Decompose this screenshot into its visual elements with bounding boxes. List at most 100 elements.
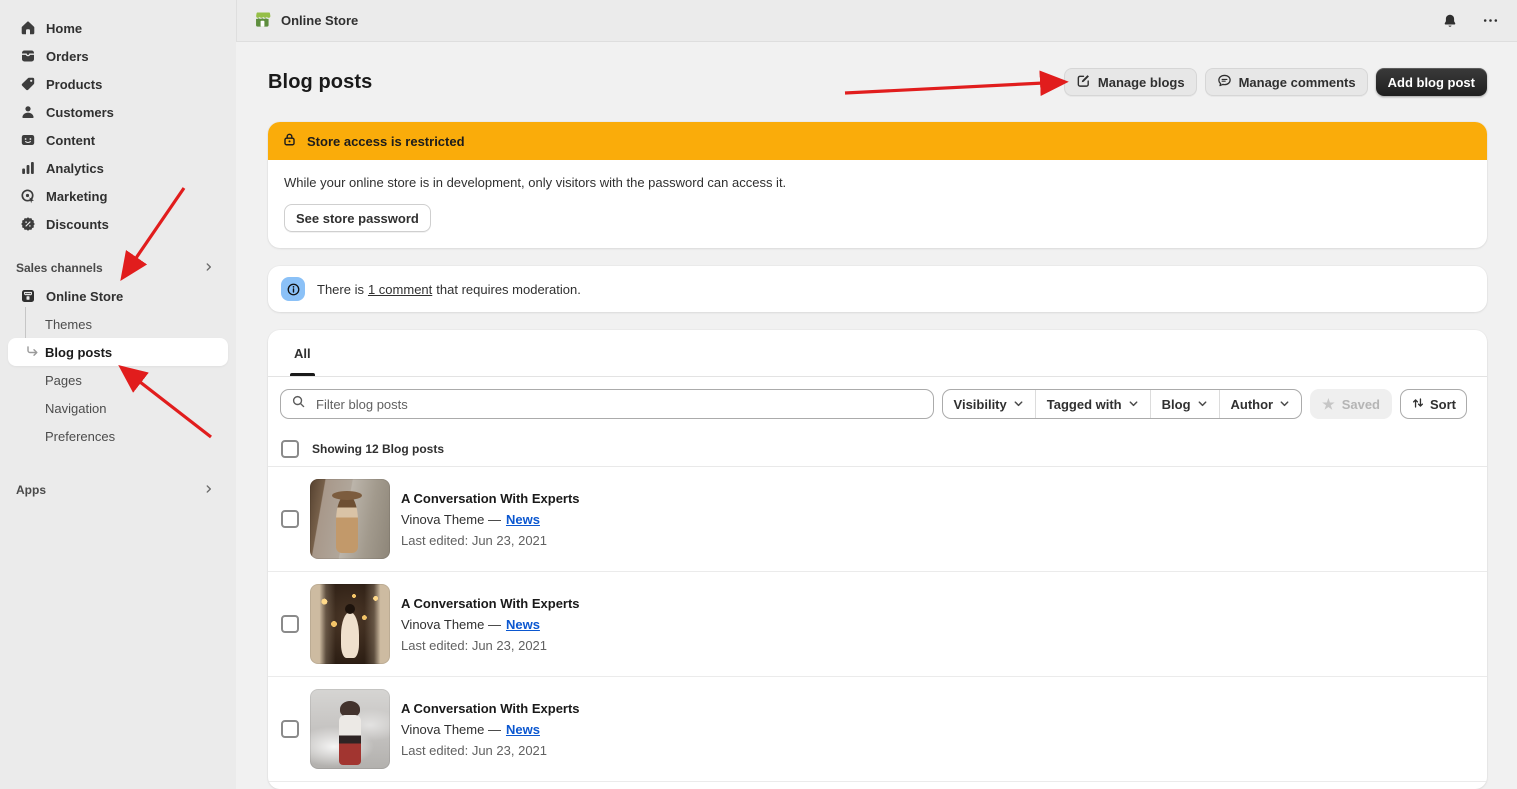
post-details: A Conversation With Experts Vinova Theme… [401, 701, 580, 758]
blog-post-row[interactable]: A Conversation With Experts Vinova Theme… [268, 467, 1487, 572]
sidebar-item-home[interactable]: Home [12, 14, 224, 42]
moderation-banner: There is 1 comment that requires moderat… [268, 266, 1487, 312]
sidebar-item-label: Analytics [46, 161, 104, 176]
add-blog-post-button[interactable]: Add blog post [1376, 68, 1487, 96]
button-label: Manage blogs [1098, 75, 1185, 90]
see-store-password-button[interactable]: See store password [284, 204, 431, 232]
sidebar-item-label: Discounts [46, 217, 109, 232]
filter-label: Author [1231, 397, 1274, 412]
theme-name: Vinova Theme — [401, 722, 501, 737]
blog-link[interactable]: News [506, 617, 540, 632]
blog-filter[interactable]: Blog [1150, 390, 1219, 418]
comment-moderation-link[interactable]: 1 comment [368, 282, 432, 297]
section-label: Sales channels [16, 261, 103, 275]
chevron-down-icon [1128, 397, 1139, 412]
post-byline: Vinova Theme — News [401, 722, 580, 737]
sidebar-item-label: Products [46, 77, 102, 92]
home-icon [20, 20, 36, 36]
sidebar-item-discounts[interactable]: Discounts [12, 210, 224, 238]
filter-label: Visibility [954, 397, 1007, 412]
tagged-with-filter[interactable]: Tagged with [1035, 390, 1150, 418]
comment-bubble-icon [1217, 73, 1232, 91]
sidebar-item-label: Blog posts [45, 345, 112, 360]
manage-comments-button[interactable]: Manage comments [1205, 68, 1368, 96]
banner-title: Store access is restricted [307, 134, 465, 149]
post-last-edited: Last edited: Jun 23, 2021 [401, 638, 580, 653]
topbar-actions [1437, 8, 1507, 34]
section-label: Apps [16, 483, 46, 497]
post-last-edited: Last edited: Jun 23, 2021 [401, 533, 580, 548]
blog-link[interactable]: News [506, 722, 540, 737]
post-thumbnail [310, 689, 390, 769]
filter-label: Tagged with [1047, 397, 1122, 412]
filter-input-wrapper [280, 389, 934, 419]
tabs-row: All [268, 330, 1487, 377]
customers-icon [20, 104, 36, 120]
app-window: Home Orders Products Customers Content A… [0, 0, 1517, 789]
button-label: Saved [1342, 397, 1380, 412]
sidebar-item-analytics[interactable]: Analytics [12, 154, 224, 182]
list-header-row: Showing 12 Blog posts [268, 431, 1487, 467]
filter-blog-posts-input[interactable] [314, 396, 923, 413]
banner-header: Store access is restricted [268, 122, 1487, 160]
chevron-down-icon [1013, 397, 1024, 412]
sidebar-item-label: Customers [46, 105, 114, 120]
theme-name: Vinova Theme — [401, 512, 501, 527]
sidebar-item-products[interactable]: Products [12, 70, 224, 98]
post-last-edited: Last edited: Jun 23, 2021 [401, 743, 580, 758]
search-icon [291, 394, 306, 414]
sidebar-item-customers[interactable]: Customers [12, 98, 224, 126]
text-suffix: that requires moderation. [436, 282, 581, 297]
sidebar-item-preferences[interactable]: Preferences [12, 422, 224, 450]
moderation-text: There is 1 comment that requires moderat… [317, 282, 581, 297]
visibility-filter[interactable]: Visibility [943, 390, 1035, 418]
sidebar-item-orders[interactable]: Orders [12, 42, 224, 70]
marketing-icon [20, 188, 36, 204]
return-arrow-icon [24, 344, 40, 363]
sidebar-item-pages[interactable]: Pages [12, 366, 224, 394]
tab-all[interactable]: All [280, 330, 325, 376]
blog-post-row[interactable]: A Conversation With Experts Vinova Theme… [268, 677, 1487, 782]
row-checkbox[interactable] [281, 615, 299, 633]
chevron-right-icon [202, 482, 216, 499]
select-all-checkbox[interactable] [281, 440, 299, 458]
blog-link[interactable]: News [506, 512, 540, 527]
banner-body: While your online store is in developmen… [268, 160, 1487, 248]
sidebar-item-label: Orders [46, 49, 89, 64]
blog-post-row[interactable]: A Conversation With Experts Vinova Theme… [268, 572, 1487, 677]
saved-button[interactable]: ★ Saved [1310, 389, 1392, 419]
info-icon [281, 277, 305, 301]
chevron-down-icon [1197, 397, 1208, 412]
apps-section-header[interactable]: Apps [12, 476, 224, 504]
analytics-icon [20, 160, 36, 176]
discounts-icon [20, 216, 36, 232]
filter-row: Visibility Tagged with Blog Author [268, 377, 1487, 431]
sales-channels-section-header[interactable]: Sales channels [12, 254, 224, 282]
sidebar-item-blog-posts[interactable]: Blog posts [8, 338, 228, 366]
topbar: Online Store [236, 0, 1517, 42]
sidebar-item-label: Online Store [46, 289, 123, 304]
content-icon [20, 132, 36, 148]
sidebar: Home Orders Products Customers Content A… [0, 0, 236, 789]
bell-icon[interactable] [1437, 8, 1463, 34]
sidebar-item-label: Themes [45, 317, 92, 332]
post-byline: Vinova Theme — News [401, 617, 580, 632]
row-checkbox[interactable] [281, 510, 299, 528]
chevron-right-icon [202, 260, 216, 277]
sidebar-item-navigation[interactable]: Navigation [12, 394, 224, 422]
sidebar-item-themes[interactable]: Themes [12, 310, 224, 338]
sidebar-item-online-store[interactable]: Online Store [12, 282, 224, 310]
sidebar-item-marketing[interactable]: Marketing [12, 182, 224, 210]
sort-button[interactable]: Sort [1400, 389, 1467, 419]
author-filter[interactable]: Author [1219, 390, 1302, 418]
star-icon: ★ [1322, 397, 1335, 411]
page-title: Blog posts [268, 71, 372, 94]
ellipsis-icon[interactable] [1477, 8, 1503, 34]
text-prefix: There is [317, 282, 364, 297]
sidebar-item-label: Marketing [46, 189, 107, 204]
button-label: Add blog post [1388, 75, 1475, 90]
online-store-subnav: Themes Blog posts Pages Navigation Prefe… [12, 310, 224, 450]
sidebar-item-content[interactable]: Content [12, 126, 224, 154]
manage-blogs-button[interactable]: Manage blogs [1064, 68, 1197, 96]
row-checkbox[interactable] [281, 720, 299, 738]
